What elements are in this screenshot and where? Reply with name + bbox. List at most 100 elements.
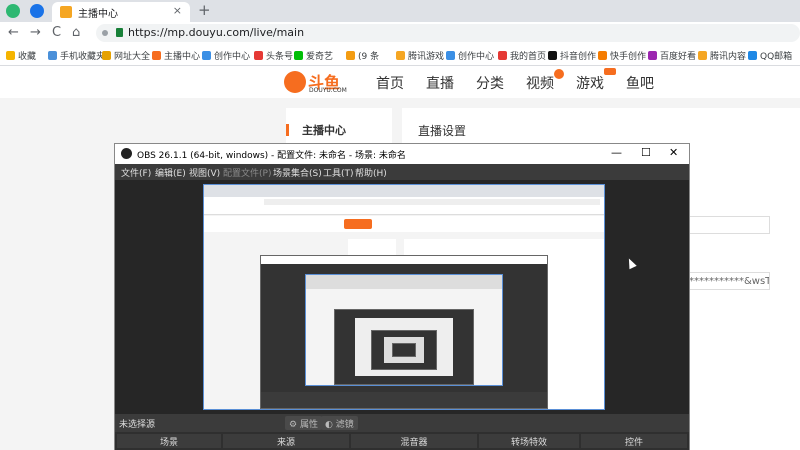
- stream-url-input[interactable]: [684, 216, 770, 234]
- filters-button[interactable]: ◐ 滤镜: [321, 416, 358, 430]
- obs-window: OBS 26.1.1 (64-bit, windows) - 配置文件: 未命名…: [114, 143, 690, 450]
- bookmark-icon: [102, 51, 111, 60]
- mouse-cursor-icon: [625, 256, 637, 270]
- nested-bookmarks: [204, 207, 604, 215]
- lock-icon: [116, 28, 123, 37]
- filter-icon: ◐: [325, 420, 333, 430]
- bookmark-icon: [254, 51, 263, 60]
- bookmark-item[interactable]: 头条号: [254, 49, 293, 62]
- star-icon: [6, 51, 15, 60]
- tab-favicon-icon: [60, 6, 72, 18]
- video-badge-icon: [554, 69, 564, 79]
- bookmark-item[interactable]: 腾讯内容: [698, 49, 746, 62]
- sidebar-title[interactable]: 主播中心: [302, 122, 346, 138]
- tab-close-icon[interactable]: ×: [173, 4, 182, 17]
- nav-home[interactable]: 首页: [376, 73, 404, 93]
- bookmark-icon: [446, 51, 455, 60]
- back-button[interactable]: ←: [8, 25, 19, 41]
- nested-obs-2: [334, 309, 474, 385]
- menu-tools[interactable]: 工具(T): [323, 166, 354, 179]
- nav-game[interactable]: 游戏: [576, 73, 604, 93]
- dock-sources[interactable]: 来源: [223, 434, 349, 448]
- menu-scene-collection[interactable]: 场景集合(S): [273, 166, 322, 179]
- dock-mixer[interactable]: 混音器: [351, 434, 477, 448]
- browser-tab[interactable]: 主播中心 ×: [52, 2, 190, 22]
- nested-canvas-2: [355, 318, 453, 376]
- bookmark-item[interactable]: 创作中心: [446, 49, 494, 62]
- phone-icon: [48, 51, 57, 60]
- menu-file[interactable]: 文件(F): [121, 166, 151, 179]
- bookmark-item[interactable]: 我的首页: [498, 49, 546, 62]
- nested-chrome: [306, 275, 502, 289]
- browser-tab-bar: 主播中心 × +: [0, 0, 800, 22]
- sidebar-active-marker: [286, 124, 289, 136]
- dock-controls[interactable]: 控件: [581, 434, 687, 448]
- home-button[interactable]: ⌂: [72, 25, 80, 41]
- nested-canvas-3: [384, 337, 424, 363]
- bookmarks-bar: 收藏 手机收藏夹 网址大全 主播中心 创作中心 头条号 爱奇艺 (9 条 腾讯游…: [0, 44, 800, 66]
- obs-logo-icon: [121, 148, 132, 159]
- bookmark-item[interactable]: 网址大全: [102, 49, 150, 62]
- preview-canvas[interactable]: [203, 184, 605, 410]
- bookmark-item[interactable]: 腾讯游戏: [396, 49, 444, 62]
- forward-button[interactable]: →: [30, 25, 41, 41]
- bookmark-icon: [346, 51, 355, 60]
- obs-source-toolbar: 未选择源 ⚙ 属性 ◐ 滤镜: [115, 414, 689, 432]
- nested-address-bar: [264, 199, 600, 205]
- douyu-icon: [152, 51, 161, 60]
- douyu-header: 斗鱼 DOUYU.COM 首页 直播 分类 视频 游戏 鱼吧: [0, 66, 800, 98]
- browser-logo-icon[interactable]: [6, 4, 20, 18]
- menu-help[interactable]: 帮助(H): [355, 166, 387, 179]
- nav-live[interactable]: 直播: [426, 73, 454, 93]
- tab-title: 主播中心: [78, 9, 118, 20]
- nav-video[interactable]: 视频: [526, 73, 554, 93]
- dock-transitions[interactable]: 转场特效: [479, 434, 579, 448]
- menu-view[interactable]: 视图(V): [189, 166, 220, 179]
- reload-button[interactable]: C: [52, 25, 61, 41]
- bookmark-item[interactable]: 抖音创作: [548, 49, 596, 62]
- bookmark-icon: [698, 51, 707, 60]
- nested-douyu-header: [204, 216, 604, 232]
- site-info-icon[interactable]: [102, 30, 108, 36]
- obs-menubar: 文件(F) 编辑(E) 视图(V) 配置文件(P) 场景集合(S) 工具(T) …: [115, 164, 689, 180]
- bookmark-icon: [598, 51, 607, 60]
- bookmark-item[interactable]: (9 条: [346, 49, 379, 62]
- nested-obs-3: [371, 330, 437, 370]
- bookmark-item[interactable]: 创作中心: [202, 49, 250, 62]
- obs-title: OBS 26.1.1 (64-bit, windows) - 配置文件: 未命名…: [137, 151, 406, 161]
- bookmark-item[interactable]: 百度好看: [648, 49, 696, 62]
- bookmark-item[interactable]: 手机收藏夹: [48, 49, 105, 62]
- nav-fishbar[interactable]: 鱼吧: [626, 73, 654, 93]
- maximize-button[interactable]: ☐: [641, 146, 651, 159]
- obs-titlebar: OBS 26.1.1 (64-bit, windows) - 配置文件: 未命名…: [115, 144, 689, 164]
- extension-icon[interactable]: [30, 4, 44, 18]
- obs-preview[interactable]: [115, 180, 689, 414]
- bookmark-item[interactable]: 爱奇艺: [294, 49, 333, 62]
- browser-navbar: ← → C ⌂ https://mp.douyu.com/live/main: [0, 22, 800, 44]
- new-tab-button[interactable]: +: [198, 1, 211, 19]
- menu-edit[interactable]: 编辑(E): [155, 166, 186, 179]
- dock-scenes[interactable]: 场景: [117, 434, 221, 448]
- bookmark-item[interactable]: 主播中心: [152, 49, 200, 62]
- bookmark-item[interactable]: 快手创作: [598, 49, 646, 62]
- nav-category[interactable]: 分类: [476, 73, 504, 93]
- nested-canvas: [305, 274, 503, 386]
- close-button[interactable]: ✕: [669, 146, 678, 159]
- url-text[interactable]: https://mp.douyu.com/live/main: [128, 26, 304, 39]
- gear-icon: ⚙: [289, 420, 298, 430]
- nested-obs-4: [392, 343, 416, 357]
- properties-button[interactable]: ⚙ 属性: [285, 416, 322, 430]
- bookmark-icon: [396, 51, 405, 60]
- nested-obs-title: [261, 256, 547, 264]
- stream-key-input[interactable]: ***********&wsTim: [684, 272, 770, 290]
- douyu-logo[interactable]: 斗鱼 DOUYU.COM: [284, 69, 368, 95]
- address-bar[interactable]: https://mp.douyu.com/live/main: [96, 24, 800, 42]
- minimize-button[interactable]: —: [611, 146, 622, 159]
- nested-obs-window: [260, 255, 548, 409]
- bookmark-item[interactable]: QQ邮箱: [748, 49, 792, 62]
- bookmark-icon: [294, 51, 303, 60]
- no-source-label: 未选择源: [119, 420, 156, 430]
- bookmark-item[interactable]: 收藏: [6, 49, 36, 62]
- menu-profile[interactable]: 配置文件(P): [223, 166, 271, 179]
- tiktok-icon: [548, 51, 557, 60]
